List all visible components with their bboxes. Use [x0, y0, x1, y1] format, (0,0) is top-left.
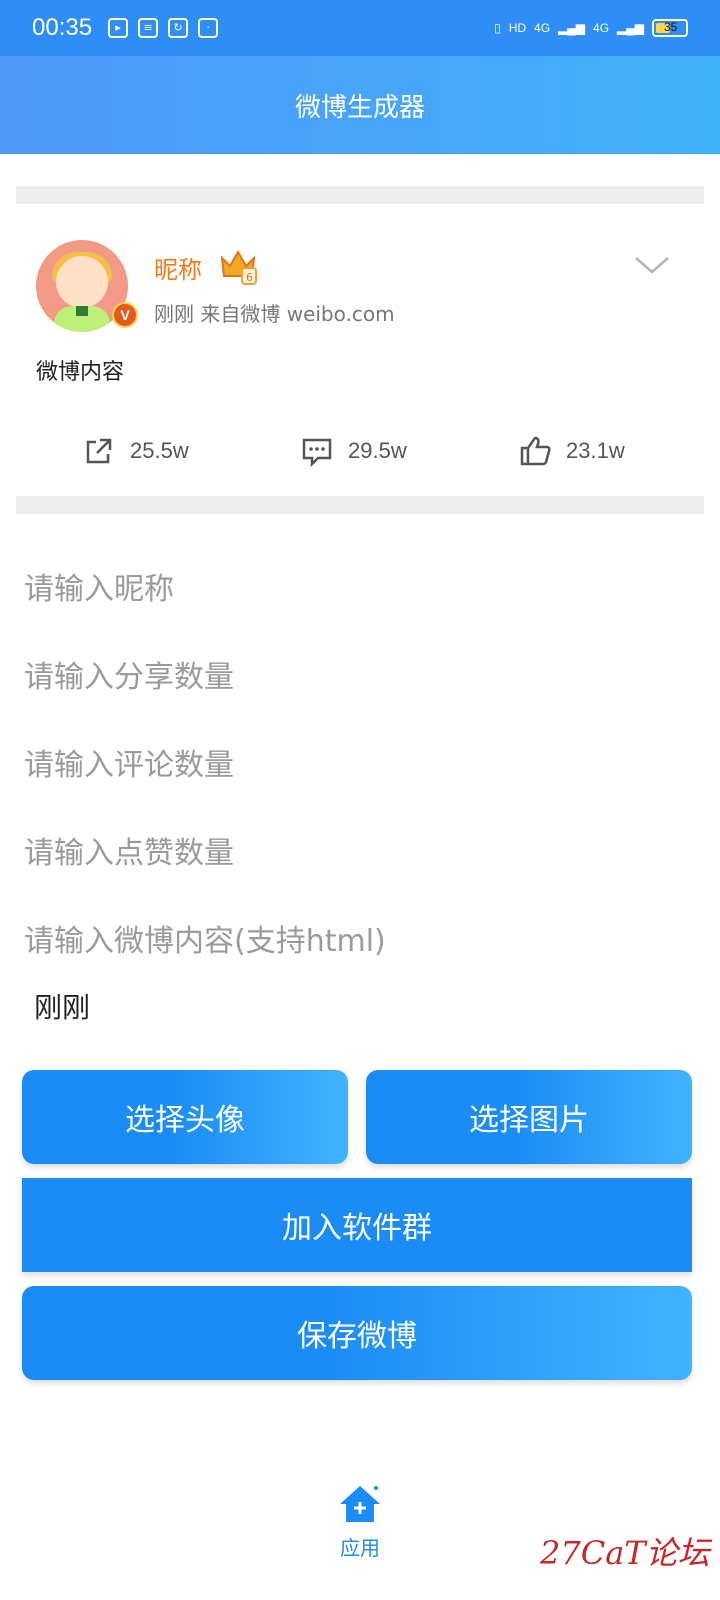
hd-label: HD [508, 21, 527, 35]
choose-avatar-button[interactable]: 选择头像 [22, 1070, 348, 1164]
notification-storage-icon: ≡ [138, 18, 159, 38]
vibrate-icon: ▯ [494, 21, 501, 35]
notification-sync-icon: ↻ [168, 18, 189, 38]
nickname-input[interactable]: 请输入昵称 [24, 556, 696, 616]
comment-icon [302, 438, 332, 468]
comment-count-input[interactable]: 请输入评论数量 [24, 732, 696, 792]
card-bottom-divider [16, 496, 704, 514]
post-actions: 25.5w 29.5w 23.1w [16, 434, 704, 474]
like-count: 23.1w [566, 438, 625, 463]
content-input[interactable]: 请输入微博内容(支持html) [24, 908, 696, 968]
battery-level: 35 [664, 20, 678, 34]
post-meta: 刚刚 来自微博 weibo.com [154, 302, 395, 326]
status-right-icons: ▯ HD 4G ▂▄▆ 4G ▂▄▆ 35 [494, 19, 688, 37]
post-content: 微博内容 [36, 360, 125, 385]
chevron-down-icon[interactable] [632, 250, 672, 280]
battery-icon: 35 [652, 19, 688, 37]
title-bar: 微博生成器 [0, 56, 720, 154]
nickname-text: 昵称 [154, 256, 202, 284]
comment-count: 29.5w [348, 438, 407, 463]
content-input-placeholder: 请输入微博内容(支持html) [24, 924, 386, 959]
network-4g-label-1: 4G [534, 21, 551, 35]
time-field[interactable]: 刚刚 [34, 986, 90, 1026]
nickname-input-placeholder: 请输入昵称 [24, 572, 174, 607]
like-action[interactable]: 23.1w [518, 434, 625, 468]
like-count-input[interactable]: 请输入点赞数量 [24, 820, 696, 880]
choose-avatar-button-label: 选择头像 [125, 1103, 245, 1138]
choose-image-button-label: 选择图片 [469, 1103, 589, 1138]
status-left-icons: ▸ ≡ ↻ · [108, 18, 219, 38]
share-count: 25.5w [130, 438, 189, 463]
page-title: 微博生成器 [294, 92, 425, 123]
vip-crown-icon: 6 [220, 249, 257, 285]
card-top-divider [16, 186, 704, 204]
post-preview-card: V 昵称 6 刚刚 来自微博 weibo.com 微博内容 25.5w 29.5… [16, 206, 704, 506]
status-bar: 00:35 ▸ ≡ ↻ · ▯ HD 4G ▂▄▆ 4G ▂▄▆ 35 [0, 0, 720, 56]
share-action[interactable]: 25.5w [82, 434, 189, 468]
save-post-button-label: 保存微博 [297, 1319, 417, 1354]
nav-item-apps-label: 应用 [340, 1536, 380, 1560]
nav-item-apps[interactable]: 应用 [320, 1480, 400, 1580]
like-count-input-placeholder: 请输入点赞数量 [24, 836, 234, 871]
watermark-text: 27CaT论坛 [540, 1534, 710, 1572]
comment-count-input-placeholder: 请输入评论数量 [24, 748, 234, 783]
signal-bars-icon-2: ▂▄▆ [617, 21, 644, 35]
share-icon [86, 438, 112, 464]
comment-action[interactable]: 29.5w [300, 434, 407, 468]
home-plus-icon [340, 1486, 380, 1522]
choose-image-button[interactable]: 选择图片 [366, 1070, 692, 1164]
status-time: 00:35 [32, 14, 93, 41]
share-count-input[interactable]: 请输入分享数量 [24, 644, 696, 704]
network-4g-label-2: 4G [593, 21, 610, 35]
join-group-button[interactable]: 加入软件群 [22, 1178, 692, 1272]
notification-signal-icon: · [198, 18, 219, 38]
share-count-input-placeholder: 请输入分享数量 [24, 660, 234, 695]
signal-bars-icon-1: ▂▄▆ [558, 21, 586, 35]
verified-badge-icon: V [112, 302, 138, 328]
save-post-button[interactable]: 保存微博 [22, 1286, 692, 1380]
time-field-value: 刚刚 [34, 991, 91, 1024]
svg-text:6: 6 [246, 271, 253, 284]
notification-app-icon: ▸ [108, 18, 129, 38]
thumbs-up-icon [520, 436, 551, 466]
join-group-button-label: 加入软件群 [282, 1211, 432, 1246]
